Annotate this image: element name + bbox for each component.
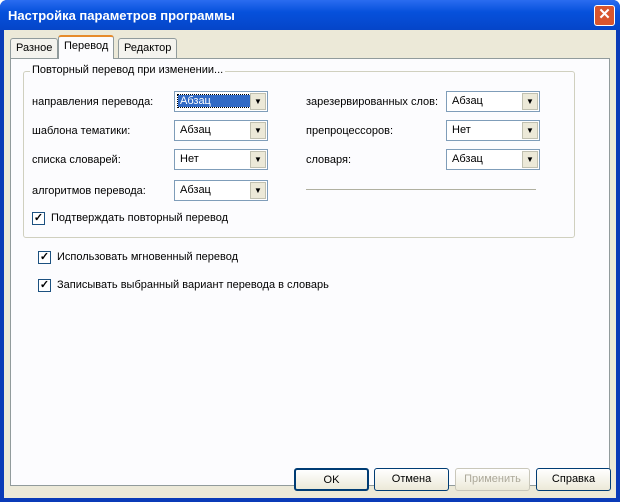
label-preprocessors: препроцессоров: [306, 125, 394, 137]
apply-button[interactable]: Применить [455, 468, 530, 491]
instant-label[interactable]: Использовать мгновенный перевод [57, 251, 238, 263]
combo-dictlist[interactable]: Нет ▼ [174, 149, 268, 170]
combo-dictionary[interactable]: Абзац ▼ [446, 149, 540, 170]
combo-direction[interactable]: Абзац ▼ [174, 91, 268, 112]
tab-editor[interactable]: Редактор [118, 38, 178, 58]
chevron-down-icon[interactable]: ▼ [522, 151, 538, 168]
combo-template[interactable]: Абзац ▼ [174, 120, 268, 141]
combo-value: Нет [180, 153, 199, 165]
label-reserved: зарезервированных слов: [306, 96, 439, 108]
save-variant-checkbox[interactable]: ✓ [38, 279, 51, 292]
label-dictlist: списка словарей: [32, 154, 121, 166]
window-title: Настройка параметров программы [8, 8, 235, 23]
tab-translation[interactable]: Перевод [58, 35, 115, 59]
label-algorithms: алгоритмов перевода: [32, 185, 146, 197]
separator [306, 189, 536, 190]
save-variant-label[interactable]: Записывать выбранный вариант перевода в … [57, 279, 329, 291]
tab-misc[interactable]: Разное [10, 38, 59, 58]
help-button[interactable]: Справка [536, 468, 611, 491]
label-dictionary: словаря: [306, 154, 352, 166]
combo-value: Абзац [177, 94, 251, 108]
ok-button[interactable]: OK [294, 468, 369, 491]
label-direction: направления перевода: [32, 96, 154, 108]
combo-value: Абзац [180, 184, 211, 196]
chevron-down-icon[interactable]: ▼ [250, 151, 266, 168]
close-button[interactable]: ✕ [594, 5, 615, 26]
chevron-down-icon[interactable]: ▼ [250, 182, 266, 199]
chevron-down-icon[interactable]: ▼ [522, 93, 538, 110]
dialog-client: Разное Перевод Редактор Повторный перево… [4, 30, 616, 498]
title-bar: Настройка параметров программы ✕ [0, 0, 620, 30]
combo-value: Абзац [452, 153, 483, 165]
chevron-down-icon[interactable]: ▼ [250, 93, 266, 110]
chevron-down-icon[interactable]: ▼ [522, 122, 538, 139]
instant-checkbox[interactable]: ✓ [38, 251, 51, 264]
group-label: Повторный перевод при изменении... [30, 64, 226, 76]
combo-algorithms[interactable]: Абзац ▼ [174, 180, 268, 201]
combo-preprocessors[interactable]: Нет ▼ [446, 120, 540, 141]
confirm-checkbox[interactable]: ✓ [32, 212, 45, 225]
confirm-label[interactable]: Подтверждать повторный перевод [51, 212, 228, 224]
chevron-down-icon[interactable]: ▼ [250, 122, 266, 139]
dialog-window: Настройка параметров программы ✕ Разное … [0, 0, 620, 502]
combo-value: Нет [452, 124, 471, 136]
combo-value: Абзац [180, 124, 211, 136]
tab-panel: Повторный перевод при изменении... напра… [10, 58, 610, 486]
retranslate-group: Повторный перевод при изменении... напра… [23, 64, 575, 238]
combo-reserved[interactable]: Абзац ▼ [446, 91, 540, 112]
combo-value: Абзац [452, 95, 483, 107]
label-template: шаблона тематики: [32, 125, 131, 137]
cancel-button[interactable]: Отмена [374, 468, 449, 491]
